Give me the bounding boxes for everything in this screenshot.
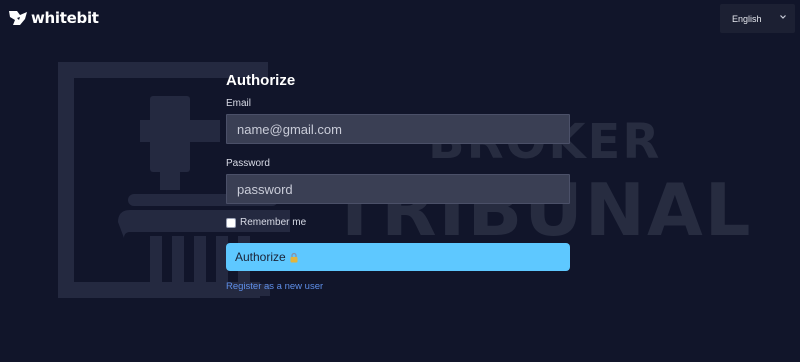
- brand-logo[interactable]: whitebit: [8, 9, 99, 27]
- form-title: Authorize: [226, 72, 296, 89]
- register-link[interactable]: Register as a new user: [226, 281, 323, 292]
- login-page: BROKER TRIBUNAL whitebit English Authori…: [0, 0, 800, 362]
- email-label: Email: [226, 98, 252, 109]
- whitebit-logo-icon: [9, 11, 27, 25]
- language-label: English: [732, 13, 762, 24]
- remember-me-label: Remember me: [240, 217, 307, 228]
- password-label: Password: [226, 158, 270, 169]
- password-field[interactable]: [226, 174, 570, 204]
- remember-me-row[interactable]: Remember me: [226, 217, 306, 228]
- chevron-down-icon: [780, 15, 786, 19]
- authorize-button-label: Authorize: [235, 250, 286, 264]
- lock-icon: [290, 252, 298, 262]
- authorize-button[interactable]: Authorize: [226, 243, 570, 271]
- remember-me-checkbox[interactable]: [226, 217, 236, 228]
- brand-name: whitebit: [31, 9, 99, 27]
- email-field[interactable]: [226, 114, 570, 144]
- language-selector[interactable]: English: [720, 4, 795, 33]
